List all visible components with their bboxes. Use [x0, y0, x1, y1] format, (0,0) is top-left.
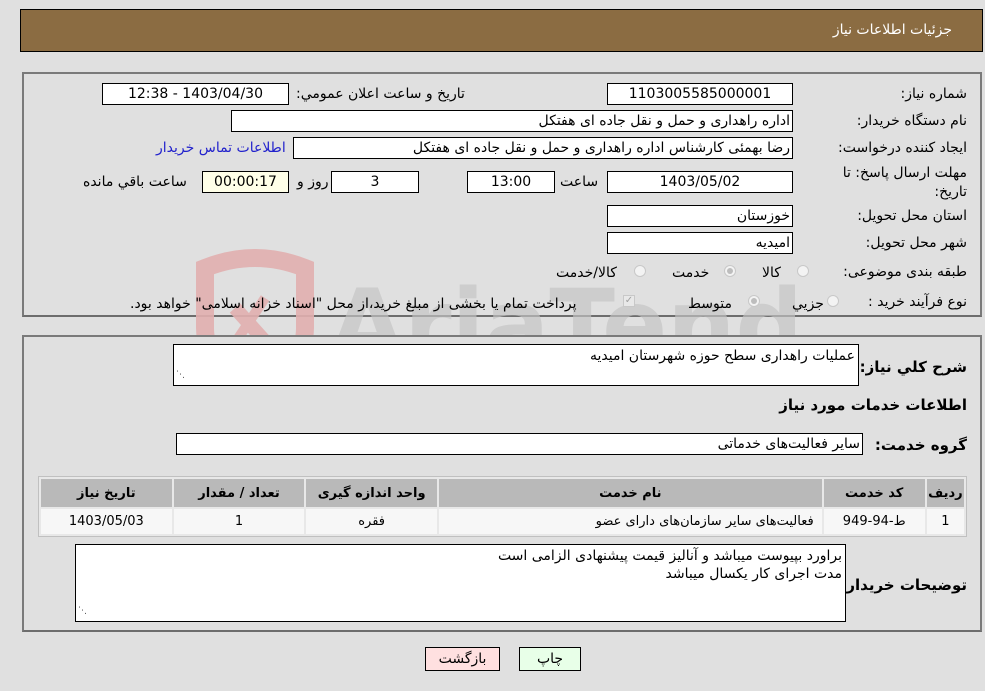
purchase-option-minor: جزيي — [792, 296, 824, 312]
need-number-label: شماره نیاز: — [900, 86, 968, 102]
table-header-row: ردیف کد خدمت نام خدمت واحد اندازه گیری ت… — [41, 479, 964, 507]
deadline-date-field: 1403/05/02 — [607, 171, 793, 193]
resize-grip-icon[interactable]: ⋰ — [176, 366, 185, 384]
cell-quantity: 1 — [173, 509, 305, 534]
col-header-unit: واحد اندازه گیری — [306, 479, 437, 507]
city-field: امیدیه — [607, 232, 793, 254]
purchase-type-label: نوع فرآیند خرید : — [868, 294, 967, 310]
category-option-service: خدمت — [672, 265, 710, 281]
buyer-notes-label: توضیحات خریدار: — [840, 576, 967, 594]
cell-service-code: ط-94-949 — [823, 509, 925, 534]
description-text: عملیات راهداری سطح حوزه شهرستان امیدیه — [589, 348, 855, 364]
requester-field: رضا بهمئی کارشناس اداره راهداری و حمل و … — [293, 137, 793, 159]
buyer-notes-line-1: براورد بپیوست میباشد و آنالیز قیمت پیشنه… — [497, 548, 842, 564]
resize-grip-icon[interactable]: ⋰ — [78, 602, 87, 620]
need-number-field: 1103005585000001 — [607, 83, 793, 105]
description-label: شرح کلي نیاز: — [859, 358, 967, 376]
treasury-checkbox[interactable]: ✓ — [623, 295, 635, 307]
service-group-label: گروه خدمت: — [874, 436, 967, 454]
col-header-need-date: تاریخ نیاز — [41, 479, 172, 507]
cell-row-number: 1 — [926, 509, 964, 534]
buyer-org-label: نام دستگاه خریدار: — [856, 113, 967, 129]
category-label: طبقه بندی موضوعی: — [843, 264, 967, 280]
buyer-contact-link[interactable]: اطلاعات تماس خریدار — [156, 140, 286, 156]
cell-need-date: 1403/05/03 — [41, 509, 172, 534]
cell-service-name: فعالیت‌های سایر سازمان‌های دارای عضو — [438, 509, 822, 534]
days-label: روز و — [297, 174, 329, 190]
requester-label: ایجاد کننده درخواست: — [838, 140, 967, 156]
deadline-time-field: 13:00 — [467, 171, 555, 193]
treasury-checkbox-label: پرداخت تمام یا بخشی از مبلغ خرید،از محل … — [130, 296, 577, 312]
print-button[interactable]: چاپ — [519, 647, 581, 671]
category-radio-service[interactable] — [724, 265, 736, 277]
city-label: شهر محل تحویل: — [865, 235, 967, 251]
description-textarea[interactable]: عملیات راهداری سطح حوزه شهرستان امیدیه ⋰ — [173, 344, 859, 386]
col-header-service-name: نام خدمت — [438, 479, 822, 507]
buyer-notes-textarea[interactable]: براورد بپیوست میباشد و آنالیز قیمت پیشنه… — [75, 544, 846, 622]
province-label: استان محل تحویل: — [857, 208, 967, 224]
category-option-goods-service: کالا/خدمت — [556, 265, 617, 281]
buyer-org-field: اداره راهداری و حمل و نقل جاده ای هفتکل — [231, 110, 793, 132]
remaining-days-field: 3 — [331, 171, 419, 193]
page-title: جزئیات اطلاعات نیاز — [832, 22, 952, 38]
back-button[interactable]: بازگشت — [425, 647, 500, 671]
category-radio-goods-service[interactable] — [634, 265, 646, 277]
purchase-radio-minor[interactable] — [827, 295, 839, 307]
table-row: 1 ط-94-949 فعالیت‌های سایر سازمان‌های دا… — [41, 509, 964, 534]
service-group-field: سایر فعالیت‌های خدماتی — [176, 433, 863, 455]
announce-datetime-label: تاریخ و ساعت اعلان عمومي: — [296, 86, 465, 102]
category-radio-goods[interactable] — [797, 265, 809, 277]
category-option-goods: کالا — [762, 265, 781, 281]
province-field: خوزستان — [607, 205, 793, 227]
purchase-option-medium: متوسط — [688, 296, 732, 312]
deadline-time-label: ساعت — [560, 174, 599, 190]
purchase-radio-medium[interactable] — [748, 295, 760, 307]
services-table: ردیف کد خدمت نام خدمت واحد اندازه گیری ت… — [38, 476, 967, 537]
page-header: جزئیات اطلاعات نیاز — [20, 9, 983, 52]
remaining-time-label: ساعت باقي مانده — [83, 174, 187, 190]
col-header-service-code: کد خدمت — [823, 479, 925, 507]
announce-datetime-field: 1403/04/30 - 12:38 — [102, 83, 289, 105]
cell-unit: فقره — [306, 509, 437, 534]
col-header-quantity: تعداد / مقدار — [173, 479, 305, 507]
deadline-label: مهلت ارسال پاسخ: تا تاریخ: — [842, 165, 967, 200]
remaining-time-field: 00:00:17 — [202, 171, 289, 193]
col-header-row-number: ردیف — [926, 479, 964, 507]
services-heading: اطلاعات خدمات مورد نیاز — [779, 396, 967, 414]
buyer-notes-line-2: مدت اجرای کار یکسال میباشد — [665, 566, 842, 582]
